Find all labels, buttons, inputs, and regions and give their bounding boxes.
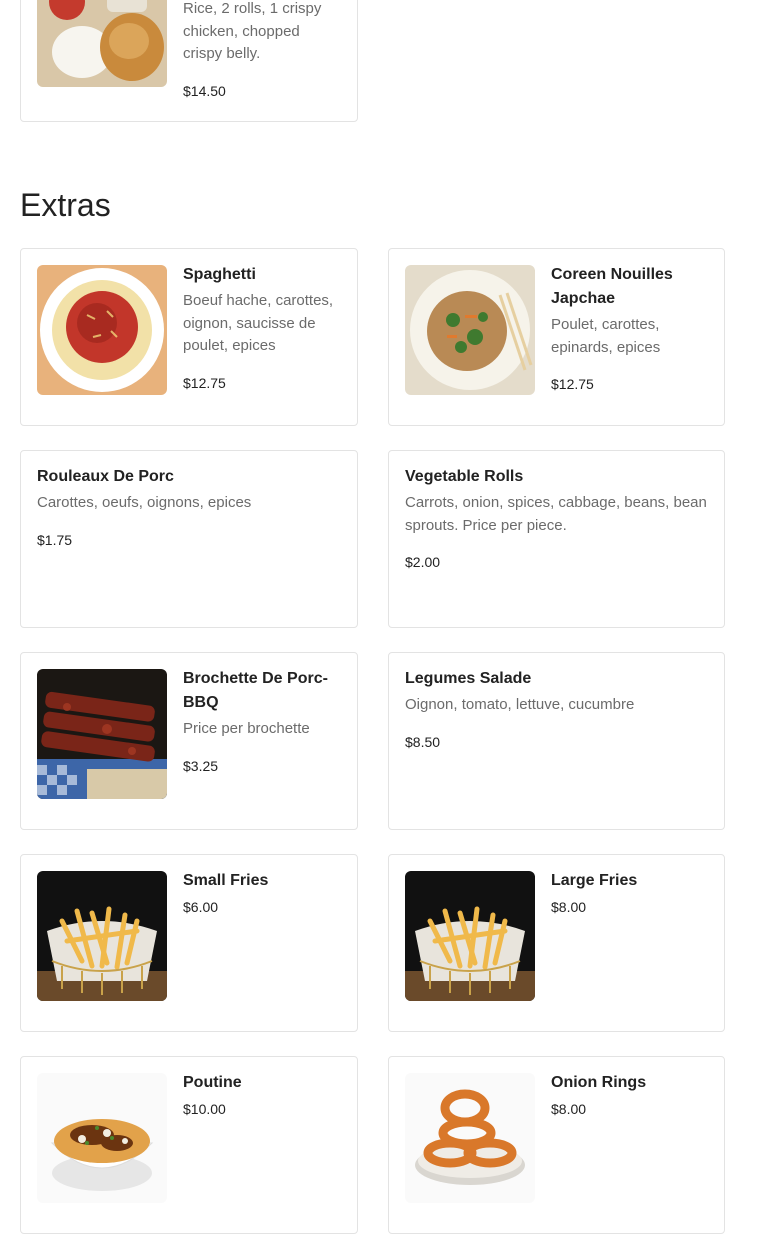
menu-item-description: Carottes, oeufs, oignons, epices bbox=[37, 494, 252, 511]
menu-item-card-large-fries[interactable]: Large Fries $8.00 bbox=[388, 854, 725, 1032]
menu-item-name: Legumes Salade bbox=[405, 670, 532, 687]
menu-item-info: Legumes Salade Oignon, tomato, lettuve, … bbox=[405, 667, 708, 750]
menu-item-price: $12.75 bbox=[551, 376, 594, 392]
menu-item-description: Carrots, onion, spices, cabbage, beans, … bbox=[405, 494, 707, 534]
menu-item-card-rouleaux[interactable]: Rouleaux De Porc Carottes, oeufs, oignon… bbox=[20, 450, 358, 628]
menu-item-price: $2.00 bbox=[405, 554, 441, 570]
menu-item-description: Rice, 2 rolls, 1 crispy chicken, chopped… bbox=[183, 0, 322, 62]
menu-item-description: Price per brochette bbox=[183, 720, 310, 737]
menu-item-card-vegetable-rolls[interactable]: Vegetable Rolls Carrots, onion, spices, … bbox=[388, 450, 725, 628]
poutine-photo bbox=[37, 1073, 167, 1203]
menu-item-card-onion-rings[interactable]: Onion Rings $8.00 bbox=[388, 1056, 725, 1234]
menu-item-price: $8.00 bbox=[551, 1101, 587, 1117]
menu-item-price: $8.00 bbox=[551, 899, 587, 915]
combo-plate-photo bbox=[37, 0, 167, 87]
menu-item-info: Rice, 2 rolls, 1 crispy chicken, chopped… bbox=[183, 0, 341, 99]
menu-item-card-legumes-salade[interactable]: Legumes Salade Oignon, tomato, lettuve, … bbox=[388, 652, 725, 830]
menu-item-price: $3.25 bbox=[183, 757, 219, 774]
menu-item-name: Vegetable Rolls bbox=[405, 468, 524, 485]
menu-item-price: $14.50 bbox=[183, 82, 226, 99]
menu-item-info: Poutine $10.00 bbox=[183, 1071, 341, 1117]
menu-item-info: Coreen Nouilles Japchae Poulet, carottes… bbox=[551, 263, 708, 392]
menu-item-info: Small Fries $6.00 bbox=[183, 869, 341, 915]
menu-item-description: Poulet, carottes, epinards, epices bbox=[551, 316, 661, 356]
bbq-skewer-photo bbox=[37, 669, 167, 799]
menu-item-description: Oignon, tomato, lettuve, cucumbre bbox=[405, 696, 635, 713]
menu-item-card-small-fries[interactable]: Small Fries $6.00 bbox=[20, 854, 358, 1032]
menu-item-info: Vegetable Rolls Carrots, onion, spices, … bbox=[405, 465, 708, 570]
menu-item-price: $8.50 bbox=[405, 733, 441, 750]
spaghetti-photo bbox=[37, 265, 167, 395]
menu-item-name: Coreen Nouilles Japchae bbox=[551, 266, 673, 307]
menu-item-name: Large Fries bbox=[551, 872, 638, 889]
menu-item-card[interactable]: Rice, 2 rolls, 1 crispy chicken, chopped… bbox=[20, 0, 358, 122]
menu-item-name: Spaghetti bbox=[183, 266, 256, 283]
menu-item-info: Rouleaux De Porc Carottes, oeufs, oignon… bbox=[37, 465, 341, 548]
onion-rings-photo bbox=[405, 1073, 535, 1203]
menu-item-name: Brochette De Porc-BBQ bbox=[183, 670, 328, 711]
japchae-photo bbox=[405, 265, 535, 395]
menu-item-card-brochette[interactable]: Brochette De Porc-BBQ Price per brochett… bbox=[20, 652, 358, 830]
menu-item-price: $10.00 bbox=[183, 1101, 226, 1117]
menu-item-description: Boeuf hache, carottes, oignon, saucisse … bbox=[183, 292, 334, 354]
menu-item-card-spaghetti[interactable]: Spaghetti Boeuf hache, carottes, oignon,… bbox=[20, 248, 358, 426]
menu-item-card-japchae[interactable]: Coreen Nouilles Japchae Poulet, carottes… bbox=[388, 248, 725, 426]
menu-item-info: Spaghetti Boeuf hache, carottes, oignon,… bbox=[183, 263, 341, 391]
menu-item-name: Onion Rings bbox=[551, 1074, 647, 1091]
menu-item-info: Brochette De Porc-BBQ Price per brochett… bbox=[183, 667, 341, 774]
menu-item-price: $6.00 bbox=[183, 899, 219, 915]
menu-item-name: Poutine bbox=[183, 1074, 242, 1091]
section-title-extras: Extras bbox=[20, 187, 111, 223]
menu-item-card-poutine[interactable]: Poutine $10.00 bbox=[20, 1056, 358, 1234]
menu-item-price: $12.75 bbox=[183, 374, 226, 391]
fries-basket-photo bbox=[37, 871, 167, 1001]
menu-item-info: Onion Rings $8.00 bbox=[551, 1071, 708, 1117]
menu-item-info: Large Fries $8.00 bbox=[551, 869, 708, 915]
menu-item-price: $1.75 bbox=[37, 531, 73, 548]
menu-item-name: Rouleaux De Porc bbox=[37, 468, 174, 485]
fries-basket-photo bbox=[405, 871, 535, 1001]
menu-item-name: Small Fries bbox=[183, 872, 269, 889]
